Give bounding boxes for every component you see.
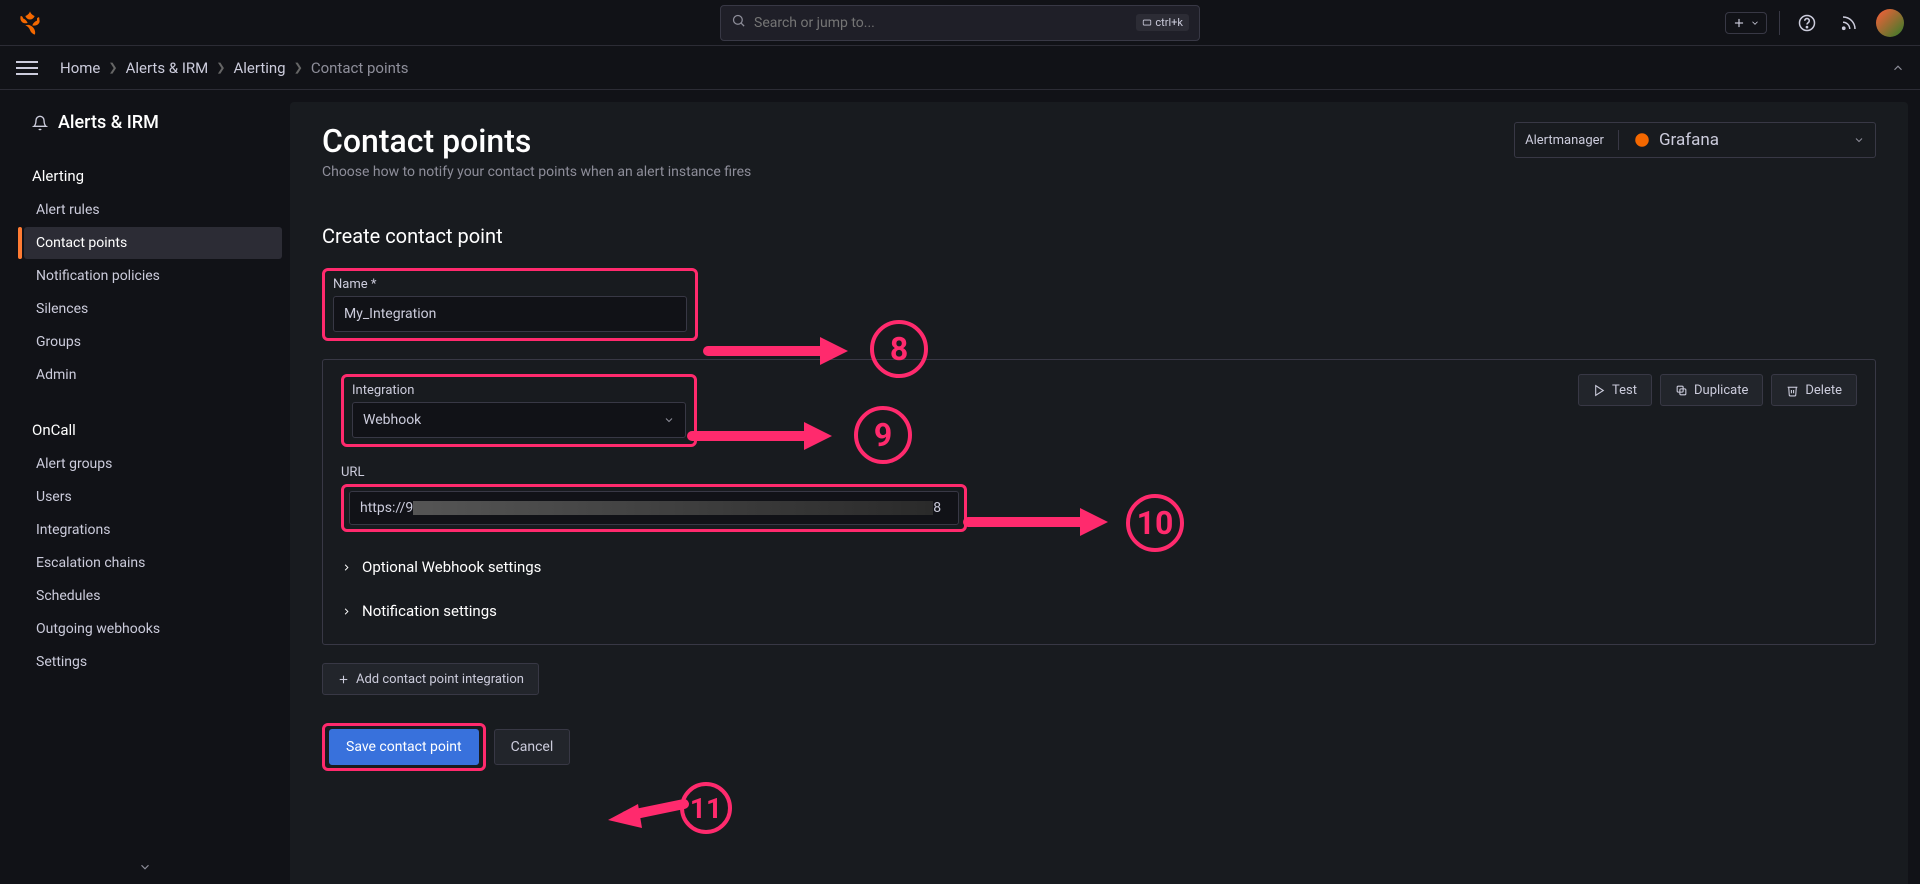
bell-icon <box>32 115 48 131</box>
chevron-right-icon: ❯ <box>294 61 303 74</box>
trash-icon <box>1786 384 1799 397</box>
main-content: Contact points Choose how to notify your… <box>290 102 1908 884</box>
global-search[interactable]: ctrl+k <box>720 5 1200 41</box>
url-input[interactable]: https://98 <box>349 491 959 525</box>
page-title: Contact points <box>322 122 751 160</box>
copy-icon <box>1675 384 1688 397</box>
alertmanager-value: Grafana <box>1659 130 1719 150</box>
notification-settings-toggle[interactable]: Notification settings <box>341 602 1857 620</box>
help-button[interactable] <box>1792 8 1822 38</box>
nav-silences[interactable]: Silences <box>24 293 282 325</box>
chevron-right-icon: ❯ <box>216 61 225 74</box>
menu-toggle-button[interactable] <box>16 54 44 82</box>
news-button[interactable] <box>1834 8 1864 38</box>
chevron-right-icon: ❯ <box>108 61 117 74</box>
search-input[interactable] <box>754 15 1136 31</box>
chevron-down-icon <box>663 414 675 426</box>
integration-label: Integration <box>352 383 686 398</box>
name-label: Name * <box>333 277 687 292</box>
tutorial-highlight-url: https://98 <box>341 484 967 532</box>
test-button[interactable]: Test <box>1578 374 1652 406</box>
crumb-alerting[interactable]: Alerting <box>234 59 286 77</box>
nav-integrations[interactable]: Integrations <box>24 514 282 546</box>
chevron-right-icon <box>341 606 352 617</box>
nav-alert-groups[interactable]: Alert groups <box>24 448 282 480</box>
sidebar: Alerts & IRM Alerting Alert rules Contac… <box>0 90 290 884</box>
integration-select[interactable]: Webhook <box>352 402 686 438</box>
tutorial-highlight-integration: Integration Webhook <box>341 374 697 447</box>
nav-admin[interactable]: Admin <box>24 359 282 391</box>
nav-notification-policies[interactable]: Notification policies <box>24 260 282 292</box>
nav-outgoing-webhooks[interactable]: Outgoing webhooks <box>24 613 282 645</box>
chevron-down-icon[interactable] <box>138 859 152 878</box>
name-input[interactable] <box>333 296 687 332</box>
sidebar-header-alerting[interactable]: Alerting <box>24 159 282 193</box>
optional-webhook-settings-toggle[interactable]: Optional Webhook settings <box>341 558 1857 576</box>
integration-card: Integration Webhook Test Duplicate <box>322 359 1876 645</box>
nav-alert-rules[interactable]: Alert rules <box>24 194 282 226</box>
plus-icon <box>337 673 350 686</box>
crumb-home[interactable]: Home <box>60 59 100 77</box>
chevron-down-icon <box>1853 134 1865 146</box>
search-shortcut-hint: ctrl+k <box>1136 14 1189 31</box>
nav-schedules[interactable]: Schedules <box>24 580 282 612</box>
delete-button[interactable]: Delete <box>1771 374 1857 406</box>
form-section-title: Create contact point <box>322 224 1876 248</box>
sidebar-header-oncall[interactable]: OnCall <box>24 413 282 447</box>
cancel-button[interactable]: Cancel <box>494 729 571 765</box>
chevron-down-icon <box>1750 18 1760 28</box>
crumb-current: Contact points <box>311 59 409 77</box>
alertmanager-picker[interactable]: Alertmanager Grafana <box>1514 122 1876 158</box>
tutorial-highlight-save: Save contact point <box>322 723 486 771</box>
chevron-right-icon <box>341 562 352 573</box>
nav-escalation-chains[interactable]: Escalation chains <box>24 547 282 579</box>
breadcrumb-bar: Home ❯ Alerts & IRM ❯ Alerting ❯ Contact… <box>0 46 1920 90</box>
add-integration-button[interactable]: Add contact point integration <box>322 663 539 695</box>
duplicate-button[interactable]: Duplicate <box>1660 374 1763 406</box>
nav-groups[interactable]: Groups <box>24 326 282 358</box>
nav-users[interactable]: Users <box>24 481 282 513</box>
sidebar-section-title[interactable]: Alerts & IRM <box>24 106 282 139</box>
breadcrumb: Home ❯ Alerts & IRM ❯ Alerting ❯ Contact… <box>60 59 409 77</box>
send-icon <box>1593 384 1606 397</box>
add-new-button[interactable] <box>1725 12 1767 34</box>
search-icon <box>731 13 746 32</box>
user-avatar[interactable] <box>1876 9 1904 37</box>
crumb-alerts-irm[interactable]: Alerts & IRM <box>126 59 209 77</box>
url-label: URL <box>341 465 1857 480</box>
nav-contact-points[interactable]: Contact points <box>24 227 282 259</box>
nav-settings[interactable]: Settings <box>24 646 282 678</box>
topbar-right <box>1725 8 1904 38</box>
top-bar: ctrl+k <box>0 0 1920 46</box>
tutorial-highlight-name: Name * <box>322 268 698 341</box>
integration-actions: Test Duplicate Delete <box>1578 374 1857 406</box>
grafana-logo-icon <box>1633 131 1651 149</box>
collapse-breadcrumb-button[interactable] <box>1884 54 1912 82</box>
page-subtitle: Choose how to notify your contact points… <box>322 164 751 180</box>
save-button[interactable]: Save contact point <box>329 729 479 765</box>
grafana-logo-icon[interactable] <box>16 9 44 37</box>
alertmanager-label: Alertmanager <box>1525 133 1604 148</box>
